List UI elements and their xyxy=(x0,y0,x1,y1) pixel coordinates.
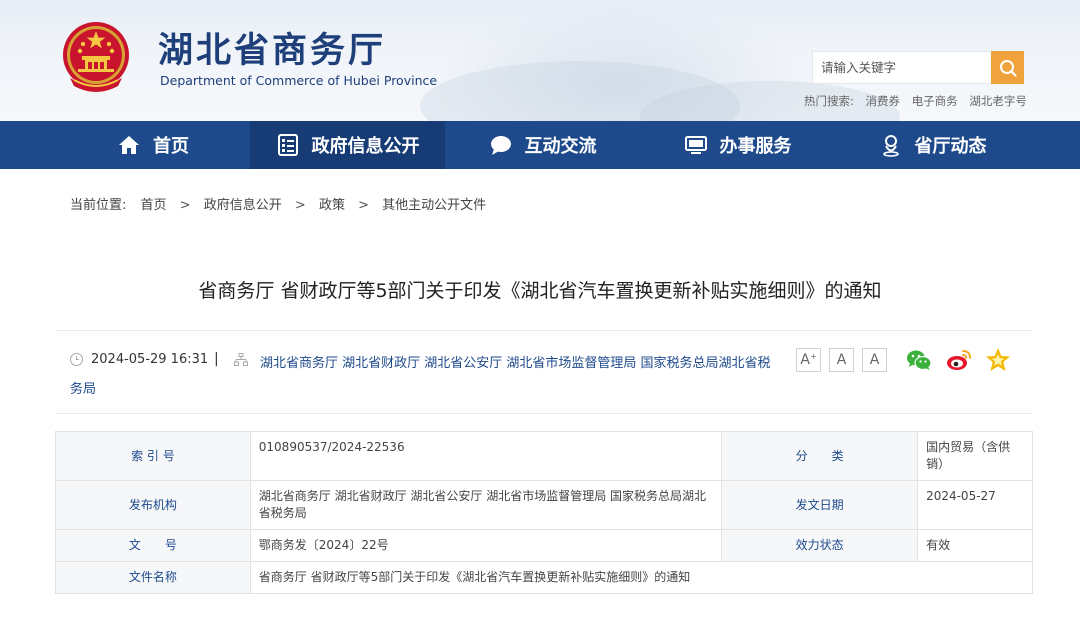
national-emblem-icon[interactable] xyxy=(58,18,134,98)
site-title[interactable]: 湖北省商务厅 xyxy=(158,22,386,73)
favorite-star-icon[interactable] xyxy=(985,347,1011,373)
search-button[interactable] xyxy=(991,51,1024,84)
document-number-value: 鄂商务发〔2024〕22号 xyxy=(249,529,723,562)
font-size-large-button[interactable]: A + xyxy=(796,348,821,372)
nav-item-home[interactable]: 首页 xyxy=(56,121,250,169)
home-icon xyxy=(117,133,141,157)
breadcrumb-separator: > xyxy=(179,198,191,213)
weibo-icon[interactable] xyxy=(946,347,972,373)
search-input[interactable] xyxy=(813,52,993,83)
chat-bubble-icon xyxy=(489,133,513,157)
breadcrumb-policy[interactable]: 政策 xyxy=(319,198,345,213)
nav-item-label: 政府信息公开 xyxy=(311,136,420,157)
divider xyxy=(55,413,1033,414)
main-nav: 首页 政府信息公开 互动交流 办事服务 省厅动态 xyxy=(0,121,1080,169)
search-icon xyxy=(999,59,1017,77)
category-value: 国内贸易（含供销） xyxy=(917,431,1033,481)
nav-item-interaction[interactable]: 互动交流 xyxy=(445,121,640,169)
issue-date-value: 2024-05-27 xyxy=(917,480,1033,530)
hot-search-label: 热门搜索: xyxy=(804,94,854,108)
meta-divider: | xyxy=(214,351,219,367)
breadcrumb-separator: > xyxy=(294,198,306,213)
article-date-text: 2024-05-29 16:31 xyxy=(91,352,209,367)
nav-item-label: 互动交流 xyxy=(524,136,597,157)
font-size-default-button[interactable]: A xyxy=(829,348,854,372)
document-number-label: 文 号 xyxy=(55,529,251,562)
hot-search-link[interactable]: 消费券 xyxy=(866,94,901,108)
font-size-small-label: A xyxy=(869,352,880,368)
filename-label: 文件名称 xyxy=(55,561,251,594)
font-size-default-label: A xyxy=(836,352,847,368)
nav-item-label: 省厅动态 xyxy=(914,136,987,157)
breadcrumb-gov-info[interactable]: 政府信息公开 xyxy=(204,198,282,213)
document-list-icon xyxy=(276,133,300,157)
nav-item-news[interactable]: 省厅动态 xyxy=(835,121,1030,169)
nav-item-services[interactable]: 办事服务 xyxy=(640,121,835,169)
wechat-icon[interactable] xyxy=(906,347,932,373)
table-row: 文 号 鄂商务发〔2024〕22号 效力状态 有效 xyxy=(55,529,1033,562)
site-subtitle: Department of Commerce of Hubei Province xyxy=(160,73,438,88)
breadcrumb: 当前位置: 首页 > 政府信息公开 > 政策 > 其他主动公开文件 xyxy=(70,194,486,213)
table-row: 发布机构 湖北省商务厅 湖北省财政厅 湖北省公安厅 湖北省市场监督管理局 国家税… xyxy=(55,480,1033,530)
clock-icon xyxy=(70,353,83,366)
site-header: 湖北省商务厅 Department of Commerce of Hubei P… xyxy=(0,0,1080,121)
divider xyxy=(55,330,1033,331)
monitor-icon xyxy=(684,133,708,157)
article-date: 2024-05-29 16:31 xyxy=(70,352,208,367)
issue-date-label: 发文日期 xyxy=(721,480,919,530)
breadcrumb-separator: > xyxy=(358,198,369,213)
validity-label: 效力状态 xyxy=(721,529,919,562)
index-number-value: 010890537/2024-22536 xyxy=(249,431,723,481)
filename-value: 省商务厅 省财政厅等5部门关于印发《湖北省汽车置换更新补贴实施细则》的通知 xyxy=(249,561,1034,594)
font-size-large-label: A xyxy=(800,352,810,368)
publisher-label: 发布机构 xyxy=(55,480,251,530)
table-row: 文件名称 省商务厅 省财政厅等5部门关于印发《湖北省汽车置换更新补贴实施细则》的… xyxy=(55,561,1034,594)
breadcrumb-home[interactable]: 首页 xyxy=(141,198,167,213)
breadcrumb-other-files[interactable]: 其他主动公开文件 xyxy=(382,198,486,213)
nav-item-label: 首页 xyxy=(153,136,189,157)
font-size-small-button[interactable]: A xyxy=(862,348,887,372)
nav-item-label: 办事服务 xyxy=(719,136,792,157)
index-number-label: 索 引 号 xyxy=(55,431,251,481)
category-label: 分 类 xyxy=(721,431,919,481)
person-pin-icon xyxy=(879,133,903,157)
hot-searches: 热门搜索: 消费券 电子商务 湖北老字号 xyxy=(804,93,1035,109)
hot-search-link[interactable]: 湖北老字号 xyxy=(969,94,1027,108)
table-row: 索 引 号 010890537/2024-22536 分 类 国内贸易（含供销） xyxy=(55,431,1033,481)
article-title: 省商务厅 省财政厅等5部门关于印发《湖北省汽车置换更新补贴实施细则》的通知 xyxy=(198,280,882,302)
breadcrumb-label: 当前位置: xyxy=(70,198,127,213)
organization-icon xyxy=(234,353,248,366)
nav-item-gov-info[interactable]: 政府信息公开 xyxy=(250,121,445,169)
document-info-table: 索 引 号 010890537/2024-22536 分 类 国内贸易（含供销）… xyxy=(55,431,1034,594)
hot-search-link[interactable]: 电子商务 xyxy=(912,94,958,108)
search-box xyxy=(812,51,1024,84)
validity-value: 有效 xyxy=(917,529,1033,562)
publisher-value: 湖北省商务厅 湖北省财政厅 湖北省公安厅 湖北省市场监督管理局 国家税务总局湖北… xyxy=(249,480,723,530)
